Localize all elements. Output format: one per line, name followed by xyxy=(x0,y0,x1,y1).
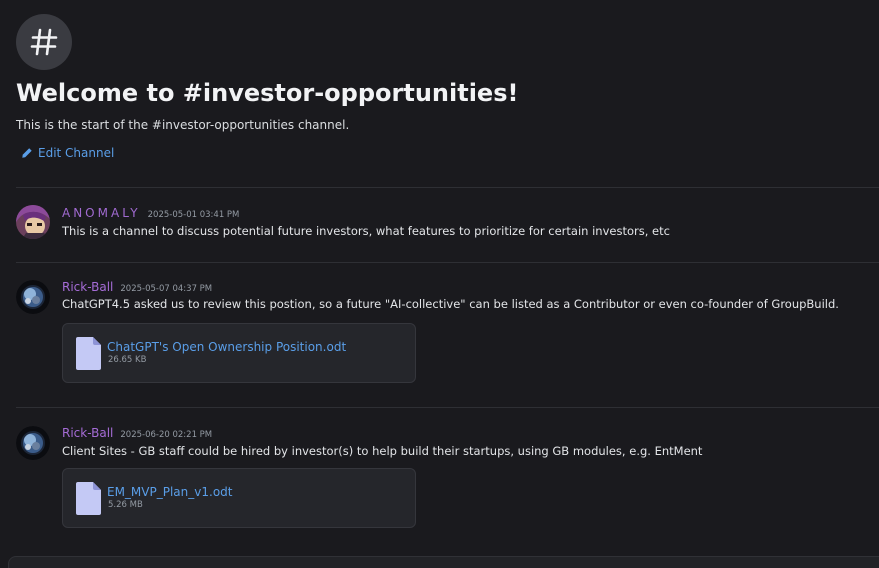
message-author[interactable]: Rick-Ball xyxy=(62,280,113,294)
channel-welcome-subtitle: This is the start of the #investor-oppor… xyxy=(16,118,350,132)
message-header: ANOMALY 2025-05-01 03:41 PM xyxy=(62,206,239,220)
message-timestamp: 2025-05-01 03:41 PM xyxy=(147,210,240,220)
avatar[interactable] xyxy=(16,426,50,460)
message-text: ChatGPT4.5 asked us to review this posti… xyxy=(62,297,839,311)
message-author[interactable]: Rick-Ball xyxy=(62,426,113,440)
message-composer[interactable] xyxy=(8,556,879,568)
channel-view: Welcome to #investor-opportunities! This… xyxy=(0,0,879,568)
pencil-icon xyxy=(22,148,32,158)
message-header: Rick-Ball 2025-05-07 04:37 PM xyxy=(62,280,212,294)
divider xyxy=(16,187,879,188)
avatar[interactable] xyxy=(16,205,50,239)
message-text: This is a channel to discuss potential f… xyxy=(62,224,670,238)
message-author[interactable]: ANOMALY xyxy=(62,206,141,220)
channel-welcome-title: Welcome to #investor-opportunities! xyxy=(16,79,519,107)
user-avatar-rick-ball xyxy=(16,280,50,314)
attachment-file-name[interactable]: EM_MVP_Plan_v1.odt xyxy=(107,485,232,499)
message-timestamp: 2025-06-20 02:21 PM xyxy=(120,430,213,440)
hash-icon xyxy=(30,28,58,56)
attachment-file-size: 26.65 KB xyxy=(108,355,147,365)
user-avatar-anomaly xyxy=(16,205,50,239)
edit-channel-button[interactable]: Edit Channel xyxy=(21,146,114,160)
edit-channel-label: Edit Channel xyxy=(38,146,115,160)
attachment-file-name[interactable]: ChatGPT's Open Ownership Position.odt xyxy=(107,340,346,354)
file-attachment[interactable]: ChatGPT's Open Ownership Position.odt 26… xyxy=(62,323,416,383)
divider xyxy=(16,262,879,263)
message-header: Rick-Ball 2025-06-20 02:21 PM xyxy=(62,426,212,440)
attachment-file-size: 5.26 MB xyxy=(108,500,143,510)
message-timestamp: 2025-05-07 04:37 PM xyxy=(120,284,213,294)
channel-hash-badge xyxy=(16,14,72,70)
divider xyxy=(16,407,879,408)
message-text: Client Sites - GB staff could be hired b… xyxy=(62,444,703,458)
document-icon xyxy=(76,337,101,370)
file-attachment[interactable]: EM_MVP_Plan_v1.odt 5.26 MB xyxy=(62,468,416,528)
document-icon xyxy=(76,482,101,515)
user-avatar-rick-ball xyxy=(16,426,50,460)
avatar[interactable] xyxy=(16,280,50,314)
